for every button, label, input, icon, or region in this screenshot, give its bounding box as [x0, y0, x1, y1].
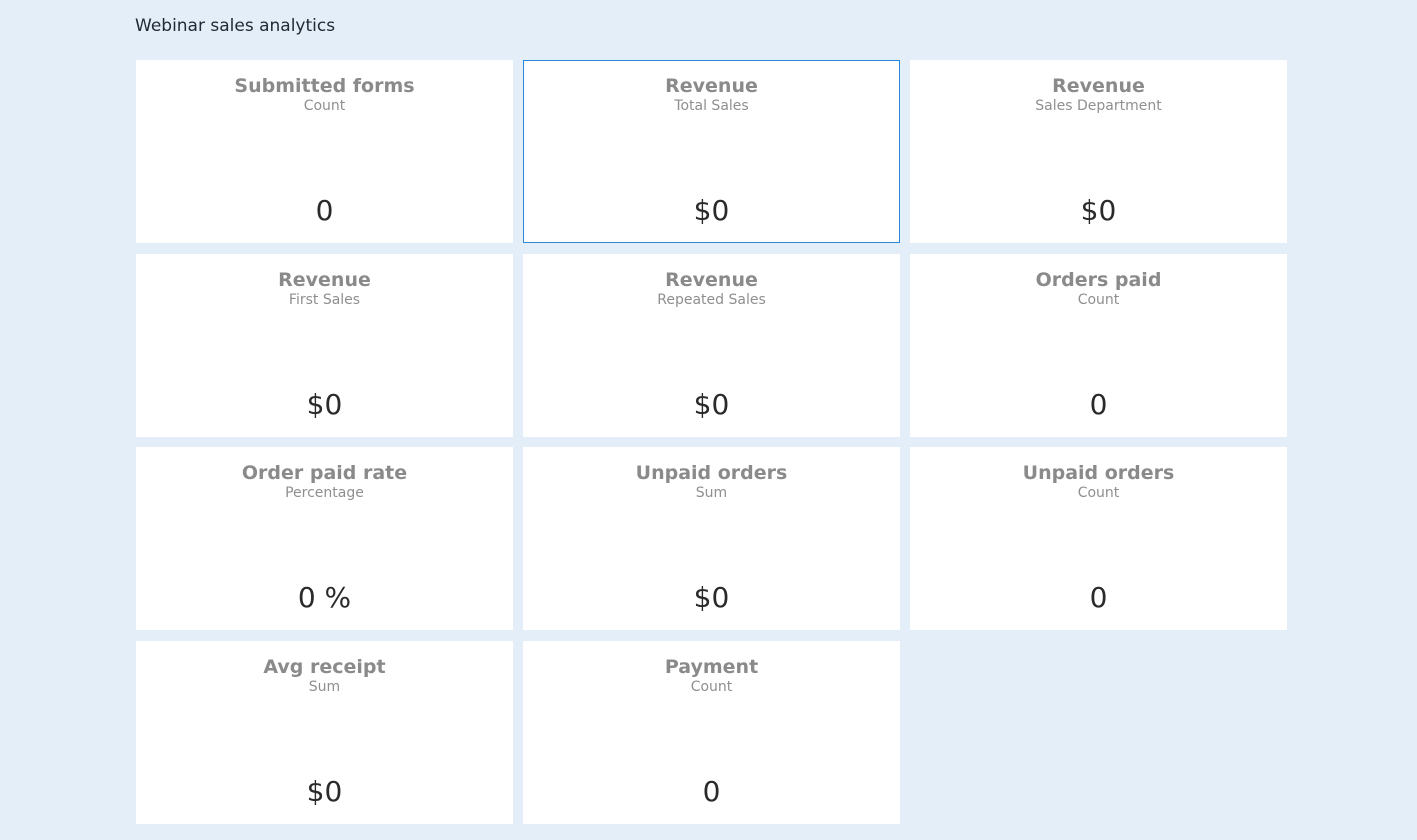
- card-subtitle: Count: [690, 678, 733, 695]
- metric-card-revenue-repeated-sales[interactable]: Revenue Repeated Sales $0: [523, 253, 900, 437]
- card-subtitle: Total Sales: [674, 98, 749, 114]
- metric-card-payment[interactable]: Payment Count 0: [523, 640, 900, 824]
- metric-card-revenue-first-sales[interactable]: Revenue First Sales $0: [136, 253, 513, 437]
- card-value: $0: [693, 581, 730, 614]
- card-subtitle: Sum: [695, 485, 728, 501]
- card-value: $0: [1080, 194, 1117, 227]
- metric-card-revenue-sales-department[interactable]: Revenue Sales Department $0: [910, 60, 1287, 243]
- metric-card-submitted-forms[interactable]: Submitted forms Count 0: [136, 60, 513, 243]
- card-title: Orders paid: [1035, 268, 1162, 291]
- metric-card-revenue-total-sales[interactable]: Revenue Total Sales $0: [523, 60, 900, 243]
- card-subtitle: Count: [303, 98, 346, 114]
- card-title: Unpaid orders: [1022, 462, 1175, 484]
- card-value: 0: [1089, 387, 1108, 421]
- card-subtitle: Sales Department: [1035, 98, 1162, 114]
- card-value: 0: [315, 194, 334, 227]
- card-value: $0: [693, 194, 730, 227]
- metrics-grid: Submitted forms Count 0 Revenue Total Sa…: [136, 60, 1287, 824]
- card-title: Revenue: [665, 75, 758, 97]
- card-value: 0: [702, 774, 721, 808]
- card-value: 0: [1089, 581, 1108, 614]
- metric-card-avg-receipt[interactable]: Avg receipt Sum $0: [136, 640, 513, 824]
- card-title: Revenue: [1052, 75, 1145, 97]
- card-value: $0: [693, 387, 730, 421]
- card-title: Revenue: [278, 268, 371, 291]
- card-title: Payment: [664, 655, 759, 678]
- card-title: Revenue: [665, 268, 758, 291]
- page-title: Webinar sales analytics: [135, 16, 336, 36]
- card-title: Unpaid orders: [635, 462, 788, 484]
- card-subtitle: Sum: [308, 678, 341, 695]
- card-title: Avg receipt: [263, 655, 386, 678]
- card-value: $0: [306, 774, 343, 808]
- card-title: Submitted forms: [234, 75, 415, 97]
- card-value: 0 %: [297, 581, 352, 614]
- metric-card-orders-paid[interactable]: Orders paid Count 0: [910, 253, 1287, 437]
- card-subtitle: Count: [1077, 291, 1120, 308]
- metric-card-unpaid-orders-sum[interactable]: Unpaid orders Sum $0: [523, 447, 900, 630]
- card-subtitle: Percentage: [285, 485, 364, 501]
- metric-card-order-paid-rate[interactable]: Order paid rate Percentage 0 %: [136, 447, 513, 630]
- card-title: Order paid rate: [241, 462, 408, 484]
- card-value: $0: [306, 387, 343, 421]
- card-subtitle: First Sales: [288, 291, 361, 308]
- card-subtitle: Repeated Sales: [657, 291, 766, 308]
- card-subtitle: Count: [1077, 485, 1120, 501]
- metric-card-unpaid-orders-count[interactable]: Unpaid orders Count 0: [910, 447, 1287, 630]
